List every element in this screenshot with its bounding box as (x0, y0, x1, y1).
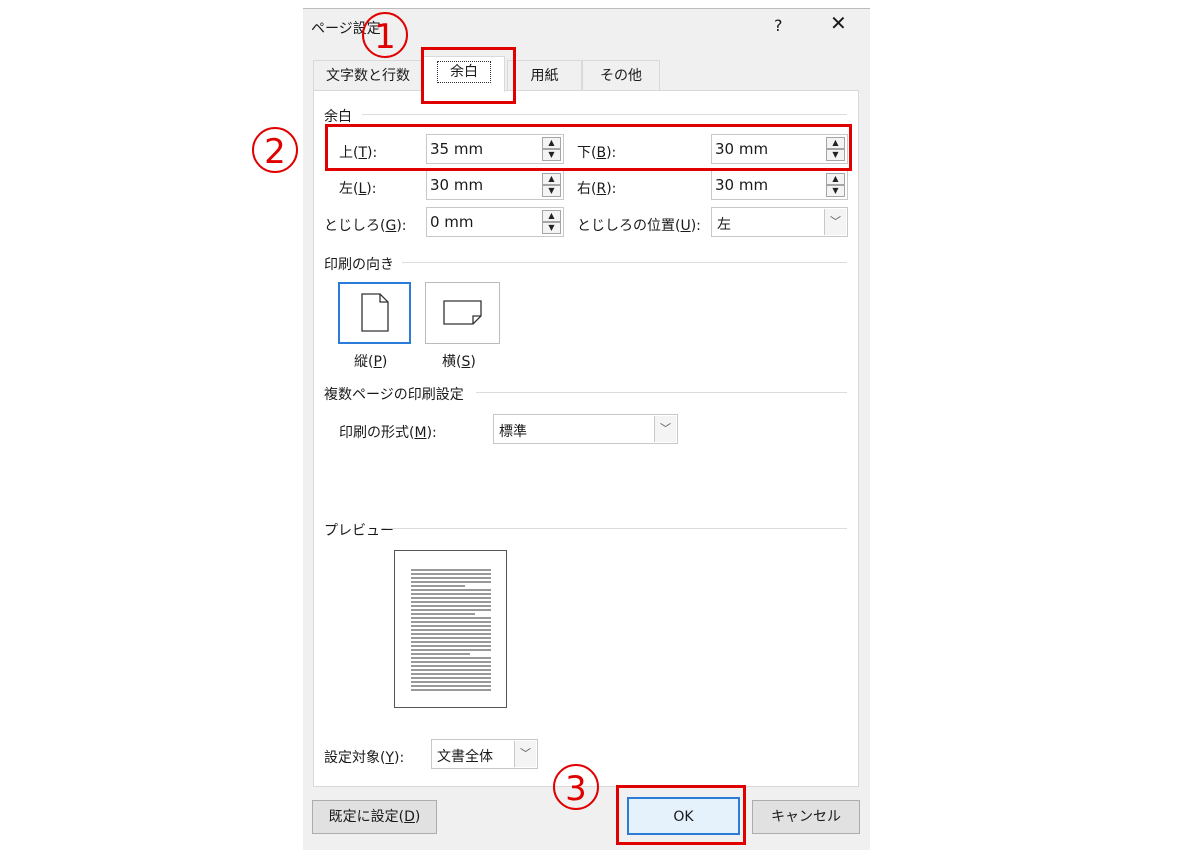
tab-label: 用紙 (530, 68, 559, 84)
landscape-page-icon (443, 300, 482, 325)
annotation-box-top-bottom (325, 124, 852, 171)
apply-to-value: 文書全体 (437, 749, 493, 765)
group-divider (402, 262, 847, 263)
print-format-value: 標準 (499, 424, 527, 440)
landscape-button[interactable] (425, 282, 500, 344)
print-format-label: 印刷の形式(M): (339, 425, 437, 441)
spin-down-icon[interactable]: ▼ (826, 185, 845, 197)
group-divider (362, 114, 847, 115)
right-margin-spinner[interactable]: 30 mm ▲ ▼ (711, 170, 848, 200)
gutter-position-select[interactable]: 左 ﹀ (711, 207, 848, 237)
cancel-button[interactable]: キャンセル (752, 800, 860, 834)
dialog-top-border (303, 8, 870, 9)
spin-down-icon[interactable]: ▼ (542, 185, 561, 197)
tab-other[interactable]: その他 (582, 60, 660, 90)
annotation-number-1: 1 (362, 12, 408, 58)
left-margin-value: 30 mm (430, 176, 484, 194)
group-divider (476, 392, 847, 393)
spin-up-icon[interactable]: ▲ (542, 173, 561, 185)
orientation-group-label: 印刷の向き (324, 257, 394, 273)
portrait-button[interactable] (338, 282, 411, 344)
set-as-default-button[interactable]: 既定に設定(D) (312, 800, 437, 834)
tab-paper[interactable]: 用紙 (507, 60, 582, 90)
annotation-number-2: 2 (252, 127, 298, 173)
group-divider (386, 528, 847, 529)
annotation-box-ok (616, 785, 746, 845)
preview-page (394, 550, 507, 708)
left-margin-spinner[interactable]: 30 mm ▲ ▼ (426, 170, 564, 200)
landscape-label: 横(S) (442, 354, 476, 370)
right-margin-value: 30 mm (715, 176, 769, 194)
gutter-position-value: 左 (717, 217, 731, 233)
margins-group-label: 余白 (324, 109, 352, 125)
chevron-down-icon[interactable]: ﹀ (824, 209, 846, 235)
tab-characters-lines[interactable]: 文字数と行数 (313, 60, 423, 90)
close-icon[interactable]: ✕ (830, 13, 847, 33)
chevron-down-icon[interactable]: ﹀ (654, 416, 676, 442)
apply-to-select[interactable]: 文書全体 ﹀ (431, 739, 538, 769)
gutter-value: 0 mm (430, 213, 474, 231)
tab-label: その他 (600, 68, 642, 84)
portrait-label: 縦(P) (354, 354, 388, 370)
spin-up-icon[interactable]: ▲ (826, 173, 845, 185)
annotation-number-3: 3 (553, 764, 599, 810)
right-margin-label: 右(R): (577, 181, 617, 197)
preview-text-lines (411, 569, 491, 691)
gutter-spinner[interactable]: 0 mm ▲ ▼ (426, 207, 564, 237)
chevron-down-icon[interactable]: ﹀ (514, 741, 536, 767)
gutter-label: とじしろ(G): (324, 218, 407, 234)
gutter-position-label: とじしろの位置(U): (577, 218, 701, 234)
portrait-page-icon (361, 293, 389, 332)
spin-up-icon[interactable]: ▲ (542, 210, 561, 222)
left-margin-label: 左(L): (339, 181, 377, 197)
tab-label: 文字数と行数 (326, 68, 410, 84)
annotation-box-margins-tab (421, 47, 516, 104)
spin-down-icon[interactable]: ▼ (542, 222, 561, 234)
preview-group-label: プレビュー (324, 523, 394, 539)
print-format-select[interactable]: 標準 ﹀ (493, 414, 678, 444)
apply-to-label: 設定対象(Y): (324, 750, 405, 766)
multipage-group-label: 複数ページの印刷設定 (324, 387, 464, 403)
help-button[interactable]: ? (774, 16, 783, 35)
